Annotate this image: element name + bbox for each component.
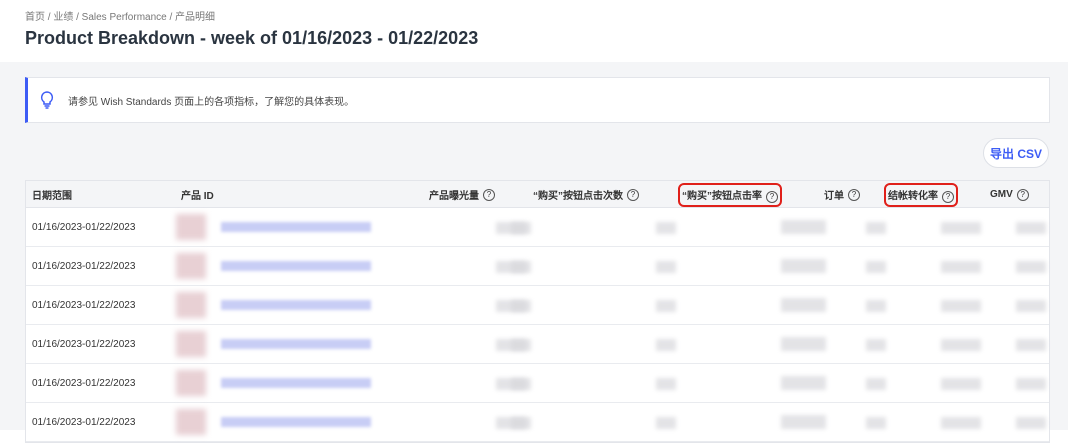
redacted-value — [866, 378, 886, 390]
highlight-box: 结帐转化率? — [884, 182, 958, 207]
redacted-value — [1016, 261, 1046, 273]
export-csv-button[interactable]: 导出 CSV — [983, 138, 1049, 168]
redacted-value — [781, 415, 826, 429]
redacted-value — [941, 261, 981, 273]
product-thumbnail — [176, 214, 206, 240]
redacted-value — [866, 339, 886, 351]
table-row[interactable]: 01/16/2023-01/22/2023 — [26, 364, 1049, 403]
table-row[interactable]: 01/16/2023-01/22/2023 — [26, 286, 1049, 325]
scrollbar[interactable] — [1068, 62, 1080, 430]
redacted-value — [866, 261, 886, 273]
redacted-value — [941, 378, 981, 390]
redacted-value — [941, 222, 981, 234]
col-orders[interactable]: 订单? — [824, 181, 860, 208]
product-thumbnail — [176, 409, 206, 435]
product-id-link[interactable] — [221, 339, 371, 349]
product-id-link[interactable] — [221, 417, 371, 427]
redacted-value — [1016, 339, 1046, 351]
table-row[interactable]: 01/16/2023-01/22/2023 — [26, 208, 1049, 247]
redacted-value — [656, 417, 676, 429]
redacted-value — [1016, 417, 1046, 429]
product-id-link[interactable] — [221, 261, 371, 271]
product-id-link[interactable] — [221, 222, 371, 232]
product-thumbnail — [176, 253, 206, 279]
info-notice: 请参见 Wish Standards 页面上的各项指标，了解您的具体表现。 — [25, 77, 1050, 123]
product-thumbnail — [176, 292, 206, 318]
redacted-value — [866, 417, 886, 429]
date-range: 01/16/2023-01/22/2023 — [32, 222, 136, 233]
help-icon[interactable]: ? — [483, 188, 495, 201]
col-product-id[interactable]: 产品 ID — [181, 181, 214, 208]
redacted-value — [781, 259, 826, 273]
col-checkout-conversion[interactable]: 结帐转化率? — [884, 181, 958, 208]
redacted-value — [781, 298, 826, 312]
table-header: 日期范围 产品 ID 产品曝光量? “购买”按钮点击次数? “购买”按钮点击率?… — [26, 181, 1049, 208]
help-icon[interactable]: ? — [942, 190, 954, 203]
product-id-link[interactable] — [221, 378, 371, 388]
redacted-value — [656, 222, 676, 234]
highlight-box: “购买”按钮点击率? — [678, 182, 782, 207]
col-gmv[interactable]: GMV? — [990, 181, 1029, 208]
breadcrumb[interactable]: 首页 / 业绩 / Sales Performance / 产品明细 — [25, 8, 215, 23]
product-table: 日期范围 产品 ID 产品曝光量? “购买”按钮点击次数? “购买”按钮点击率?… — [25, 180, 1050, 443]
redacted-value — [781, 376, 826, 390]
product-thumbnail — [176, 331, 206, 357]
help-icon[interactable]: ? — [766, 190, 778, 203]
table-row[interactable]: 01/16/2023-01/22/2023 — [26, 325, 1049, 364]
redacted-value — [511, 378, 531, 390]
redacted-value — [511, 261, 531, 273]
date-range: 01/16/2023-01/22/2023 — [32, 417, 136, 428]
redacted-value — [656, 300, 676, 312]
product-thumbnail — [176, 370, 206, 396]
table-row[interactable]: 01/16/2023-01/22/2023 — [26, 247, 1049, 286]
redacted-value — [941, 300, 981, 312]
redacted-value — [656, 261, 676, 273]
col-buy-click-rate[interactable]: “购买”按钮点击率? — [678, 181, 782, 208]
redacted-value — [781, 220, 826, 234]
col-date[interactable]: 日期范围 — [32, 181, 72, 208]
redacted-value — [941, 339, 981, 351]
redacted-value — [866, 300, 886, 312]
col-buy-clicks[interactable]: “购买”按钮点击次数? — [533, 181, 639, 208]
redacted-value — [511, 300, 531, 312]
redacted-value — [511, 339, 531, 351]
date-range: 01/16/2023-01/22/2023 — [32, 339, 136, 350]
redacted-value — [1016, 300, 1046, 312]
help-icon[interactable]: ? — [627, 188, 639, 201]
redacted-value — [511, 417, 531, 429]
redacted-value — [781, 337, 826, 351]
redacted-value — [1016, 222, 1046, 234]
notice-text: 请参见 Wish Standards 页面上的各项指标，了解您的具体表现。 — [68, 96, 355, 108]
redacted-value — [511, 222, 531, 234]
redacted-value — [656, 339, 676, 351]
date-range: 01/16/2023-01/22/2023 — [32, 378, 136, 389]
date-range: 01/16/2023-01/22/2023 — [32, 300, 136, 311]
redacted-value — [1016, 378, 1046, 390]
date-range: 01/16/2023-01/22/2023 — [32, 261, 136, 272]
redacted-value — [941, 417, 981, 429]
product-id-link[interactable] — [221, 300, 371, 310]
redacted-value — [656, 378, 676, 390]
help-icon[interactable]: ? — [848, 188, 860, 201]
help-icon[interactable]: ? — [1016, 188, 1029, 201]
lightbulb-icon — [40, 91, 54, 109]
page-title: Product Breakdown - week of 01/16/2023 -… — [25, 28, 479, 48]
redacted-value — [866, 222, 886, 234]
table-row[interactable]: 01/16/2023-01/22/2023 — [26, 403, 1049, 442]
col-impressions[interactable]: 产品曝光量? — [429, 181, 495, 208]
